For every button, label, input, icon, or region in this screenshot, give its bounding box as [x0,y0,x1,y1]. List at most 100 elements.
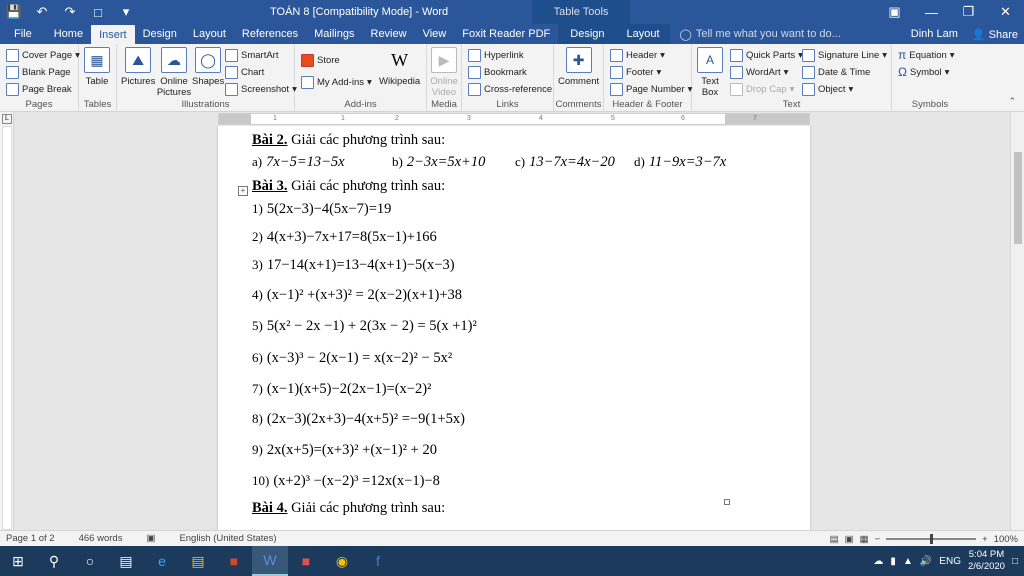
hyperlink-button[interactable]: Hyperlink [468,47,524,63]
ribbon-display-icon[interactable]: ▣ [876,0,913,24]
close-icon[interactable]: ✕ [987,0,1024,24]
tab-table-layout[interactable]: Layout [616,24,670,44]
battery-icon[interactable]: ▮ [890,556,896,567]
zoom-slider[interactable] [886,534,977,544]
page-break-button[interactable]: Page Break [6,81,72,97]
read-mode-icon[interactable]: ▤ [830,534,839,545]
bookmark-button[interactable]: Bookmark [468,64,527,80]
footer-button[interactable]: Footer ▾ [610,64,661,80]
redo-icon[interactable]: ↷ [56,0,84,24]
page-count[interactable]: Page 1 of 2 [6,533,55,544]
zoom-out-icon[interactable]: − [875,534,881,545]
proofing-icon[interactable]: ▣ [146,533,155,544]
clock[interactable]: 5:04 PM 2/6/2020 [968,549,1005,573]
web-layout-icon[interactable]: ▦ [860,534,869,545]
pictures-button[interactable]: ⛰ Pictures [121,47,155,87]
chrome-icon[interactable]: ◉ [324,546,360,576]
vertical-ruler[interactable] [2,126,12,530]
cortana-icon[interactable]: ○ [72,546,108,576]
print-layout-icon[interactable]: ▣ [845,534,854,545]
undo-icon[interactable]: ↶ [28,0,56,24]
scrollbar-thumb[interactable] [1014,152,1022,244]
document-page[interactable]: Bài 2. Giải các phương trình sau: a) 7x−5… [218,126,810,530]
document-area[interactable]: Bài 2. Giải các phương trình sau: a) 7x−5… [14,126,1010,530]
new-document-icon[interactable]: □ [84,0,112,24]
input-language[interactable]: ENG [939,556,961,567]
task-view-icon[interactable]: ▤ [108,546,144,576]
app-icon[interactable]: ■ [288,546,324,576]
header-button[interactable]: Header ▾ [610,47,665,63]
comment-button[interactable]: ✚ Comment [558,47,599,87]
online-pictures-button[interactable]: ☁ Online Pictures [157,47,191,98]
zoom-in-icon[interactable]: + [982,534,988,545]
table-button[interactable]: ▦ Table [84,47,110,87]
search-icon[interactable]: ⚲ [36,546,72,576]
start-icon[interactable]: ⊞ [0,546,36,576]
tell-me-box[interactable]: ◯ Tell me what you want to do... [670,24,851,44]
notifications-icon[interactable]: □ [1012,556,1018,567]
smartart-button[interactable]: SmartArt [225,47,278,63]
footer-label: Footer [626,66,654,78]
tab-layout[interactable]: Layout [185,24,234,44]
facebook-icon[interactable]: f [360,546,396,576]
symbol-button[interactable]: Ω Symbol ▾ [898,64,949,80]
zoom-slider-thumb[interactable] [930,534,934,544]
drop-cap-button[interactable]: Drop Cap ▾ [730,81,794,97]
user-name[interactable]: Dinh Lam [911,28,958,40]
blank-page-button[interactable]: Blank Page [6,64,71,80]
vertical-scrollbar[interactable] [1010,112,1024,530]
my-addins-button[interactable]: My Add-ins ▾ [301,74,372,90]
volume-icon[interactable]: 🔊 [920,556,932,567]
language-status[interactable]: English (United States) [179,533,276,544]
word-icon[interactable]: W [252,546,288,576]
tab-references[interactable]: References [234,24,306,44]
powerpoint-icon[interactable]: ■ [216,546,252,576]
table-resize-handle[interactable] [724,499,730,505]
tab-table-design[interactable]: Design [558,24,617,44]
page-number-button[interactable]: Page Number ▾ [610,81,692,97]
screenshot-button[interactable]: Screenshot ▾ [225,81,297,97]
group-label-pages: Pages [25,99,53,110]
online-video-button[interactable]: ▶ Online Video [429,47,459,98]
table-move-handle-icon[interactable]: + [238,186,248,196]
tab-review[interactable]: Review [363,24,415,44]
tab-selector-icon[interactable]: L [2,114,12,124]
text-box-button[interactable]: A Text Box [696,47,724,98]
cloud-icon[interactable]: ☁ [873,556,883,567]
quick-parts-button[interactable]: Quick Parts ▾ [730,47,803,63]
zoom-level[interactable]: 100% [994,534,1018,545]
edge-icon[interactable]: e [144,546,180,576]
tab-view[interactable]: View [415,24,455,44]
ruler-number: 1 [341,115,345,122]
customize-toolbar-icon[interactable]: ▾ [112,0,140,24]
collapse-ribbon-icon[interactable]: ⌃ [1008,96,1016,107]
tab-mailings[interactable]: Mailings [306,24,362,44]
restore-icon[interactable]: ❐ [950,0,987,24]
tab-design[interactable]: Design [135,24,185,44]
chart-button[interactable]: Chart [225,64,264,80]
quick-access-toolbar: 💾 ↶ ↷ □ ▾ [0,0,140,24]
share-button[interactable]: 👤 Share [972,28,1018,41]
text-box-label: Text Box [701,76,719,98]
network-icon[interactable]: ▲ [903,556,913,567]
file-explorer-icon[interactable]: ▤ [180,546,216,576]
wordart-button[interactable]: WordArt ▾ [730,64,788,80]
save-icon[interactable]: 💾 [0,0,28,24]
tab-home[interactable]: Home [46,24,91,44]
tab-foxit[interactable]: Foxit Reader PDF [454,24,558,44]
minimize-icon[interactable]: — [913,0,950,24]
cross-reference-button[interactable]: Cross-reference [468,81,552,97]
cover-page-button[interactable]: Cover Page ▾ [6,47,80,63]
chart-label: Chart [241,66,265,78]
date-time-button[interactable]: Date & Time [802,64,870,80]
store-button[interactable]: Store [301,52,340,68]
equation-button[interactable]: π Equation ▾ [898,47,955,63]
horizontal-ruler[interactable]: 1 1 2 3 4 5 6 7 [218,113,810,125]
shapes-button[interactable]: ◯ Shapes [192,47,224,87]
object-button[interactable]: Object ▾ [802,81,853,97]
tab-insert[interactable]: Insert [91,25,135,44]
signature-line-button[interactable]: Signature Line ▾ [802,47,887,63]
tab-file[interactable]: File [0,24,46,44]
word-count[interactable]: 466 words [79,533,123,544]
wikipedia-button[interactable]: W Wikipedia [379,47,420,88]
